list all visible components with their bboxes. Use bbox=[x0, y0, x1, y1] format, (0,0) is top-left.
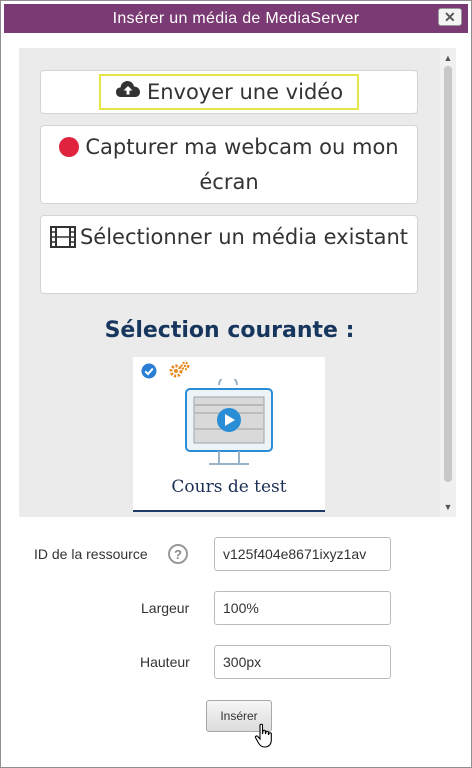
hand-cursor-icon bbox=[254, 723, 274, 754]
help-icon[interactable]: ? bbox=[168, 544, 188, 564]
width-row: Largeur bbox=[1, 591, 472, 625]
resource-id-label: ID de la ressource bbox=[34, 546, 148, 562]
upload-video-label: Envoyer une vidéo bbox=[146, 79, 344, 104]
dialog-title: Insérer un média de MediaServer bbox=[112, 9, 360, 27]
resource-id-input[interactable] bbox=[214, 537, 391, 571]
capture-webcam-label: Capturer ma webcam ou mon écran bbox=[85, 135, 399, 194]
panel-scrollbar[interactable]: ▲ ▼ bbox=[440, 48, 456, 517]
height-row: Hauteur bbox=[1, 645, 472, 679]
insert-media-dialog: Insérer un média de MediaServer ✕ Envoye… bbox=[0, 0, 472, 768]
close-icon: ✕ bbox=[443, 9, 457, 25]
height-label: Hauteur bbox=[140, 654, 190, 670]
select-media-button[interactable]: Sélectionner un média existant bbox=[40, 215, 418, 294]
current-selection-heading: Sélection courante : bbox=[104, 318, 355, 343]
upload-video-button[interactable]: Envoyer une vidéo bbox=[40, 70, 418, 114]
height-input[interactable] bbox=[214, 645, 391, 679]
selected-media-card[interactable]: Cours de test bbox=[133, 357, 325, 512]
insert-button-label: Insérer bbox=[220, 709, 258, 723]
dialog-titlebar[interactable]: Insérer un média de MediaServer ✕ bbox=[4, 4, 468, 33]
scroll-down-icon[interactable]: ▼ bbox=[440, 499, 456, 515]
media-thumbnail-icon bbox=[181, 375, 277, 476]
scroll-up-icon[interactable]: ▲ bbox=[440, 50, 456, 66]
media-title: Cours de test bbox=[171, 477, 287, 497]
film-icon bbox=[49, 224, 76, 259]
resource-id-row: ID de la ressource ? bbox=[1, 537, 472, 571]
cloud-upload-icon bbox=[115, 75, 141, 110]
media-panel: Envoyer une vidéo Capturer ma webcam ou … bbox=[19, 48, 456, 517]
selection-underline bbox=[133, 510, 325, 512]
width-input[interactable] bbox=[214, 591, 391, 625]
scroll-thumb[interactable] bbox=[444, 66, 452, 482]
capture-webcam-button[interactable]: Capturer ma webcam ou mon écran bbox=[40, 125, 418, 204]
select-media-label: Sélectionner un média existant bbox=[79, 225, 409, 249]
upload-focus-ring: Envoyer une vidéo bbox=[98, 74, 360, 110]
record-dot-icon bbox=[59, 137, 80, 157]
width-label: Largeur bbox=[141, 600, 190, 616]
close-button[interactable]: ✕ bbox=[438, 8, 462, 26]
check-circle-icon bbox=[141, 363, 157, 384]
